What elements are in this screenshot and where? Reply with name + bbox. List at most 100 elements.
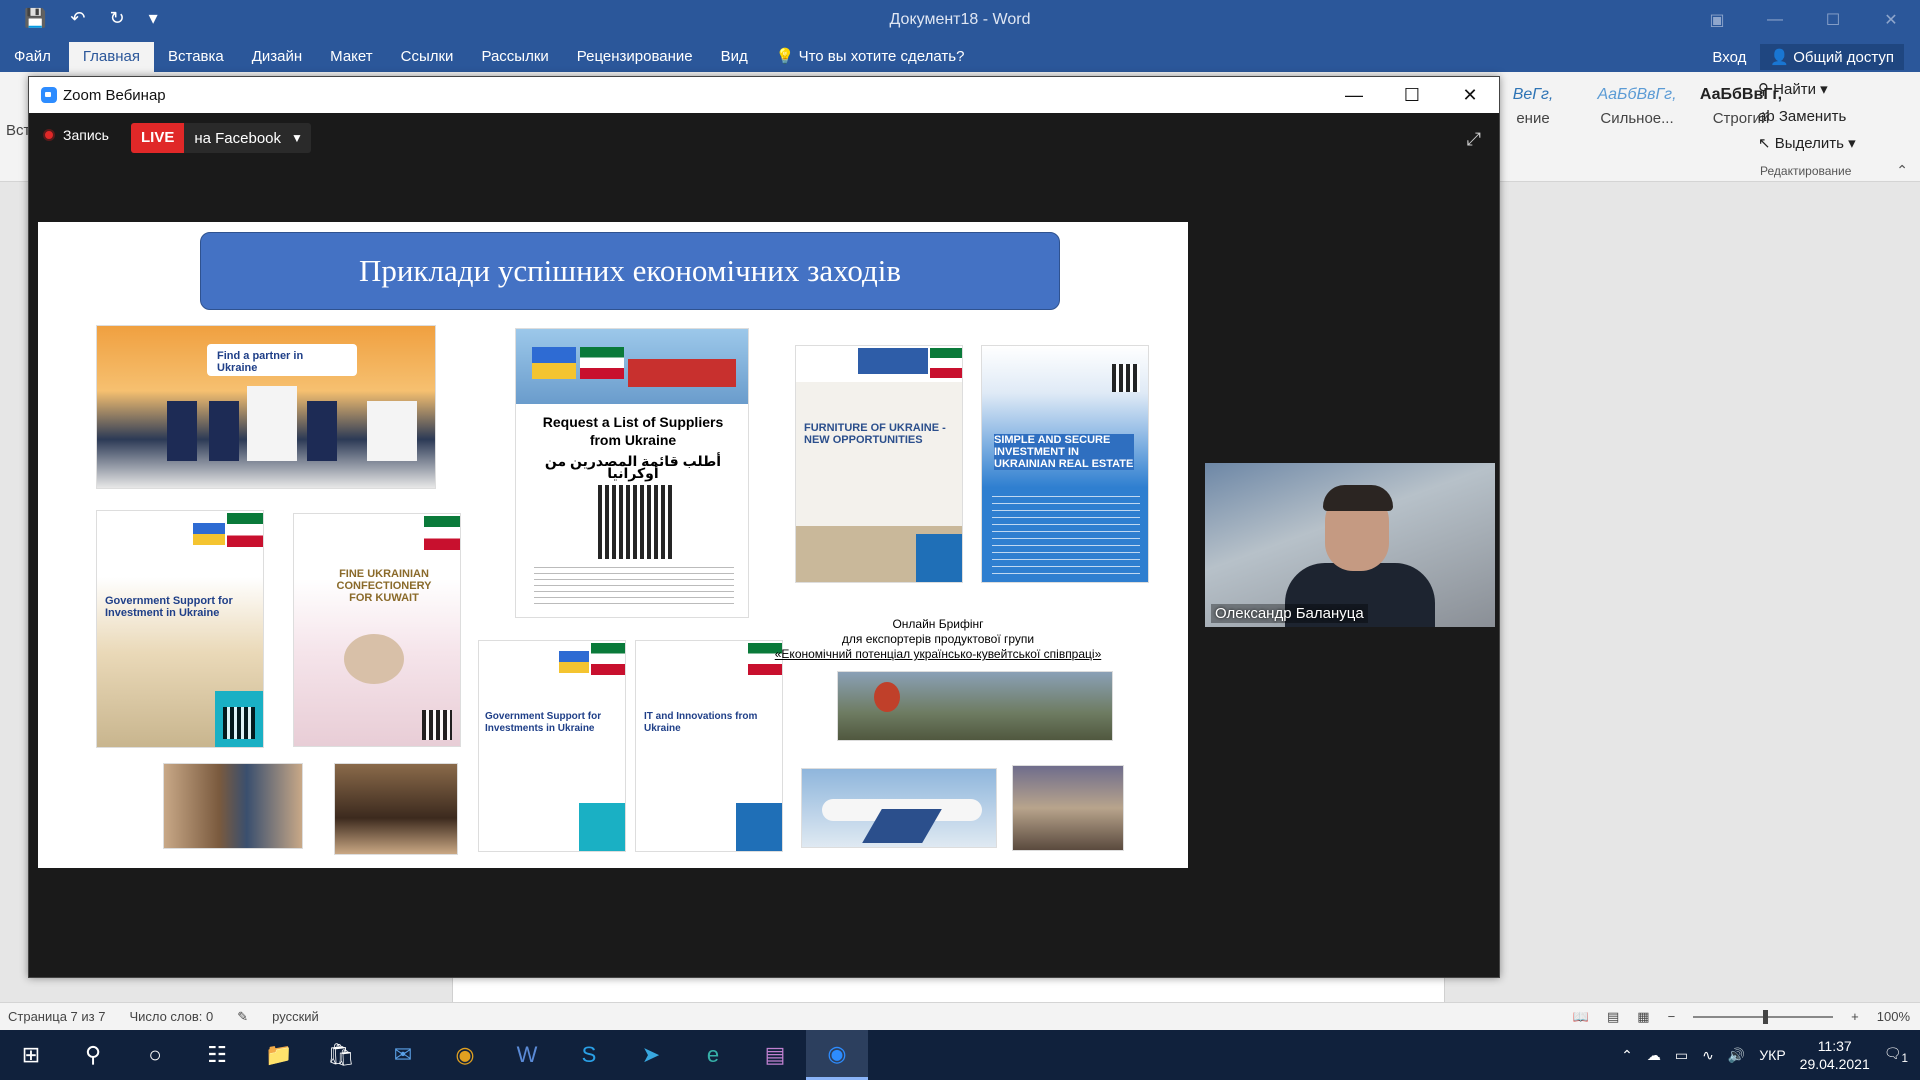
style-name: ение bbox=[1516, 110, 1550, 127]
clock-date: 29.04.2021 bbox=[1799, 1056, 1870, 1072]
sign-in-link[interactable]: Вход bbox=[1712, 49, 1746, 66]
search-icon: ⚲ bbox=[1758, 81, 1774, 98]
recording-indicator[interactable]: Запись bbox=[43, 127, 109, 143]
briefing-line-3: «Економічний потенціал українсько-кувейт… bbox=[774, 647, 1102, 661]
edge-icon[interactable]: e bbox=[682, 1030, 744, 1080]
read-mode-icon[interactable]: 📖 bbox=[1573, 1009, 1589, 1025]
poster-real-estate: SIMPLE AND SECURE INVESTMENT IN UKRAINIA… bbox=[981, 345, 1149, 583]
zoom-close-icon[interactable]: ✕ bbox=[1441, 85, 1499, 106]
zoom-slider[interactable] bbox=[1693, 1009, 1834, 1024]
tell-me-label: Что вы хотите сделать? bbox=[798, 48, 965, 65]
share-label: Общий доступ bbox=[1793, 49, 1894, 66]
shared-slide: Приклади успішних економічних заходів Fi… bbox=[38, 222, 1188, 868]
select-button[interactable]: ↖ Выделить ▾ bbox=[1758, 130, 1856, 157]
telegram-icon[interactable]: ➤ bbox=[620, 1030, 682, 1080]
cortana-icon[interactable]: ○ bbox=[124, 1030, 186, 1080]
windows-start-icon[interactable]: ⊞ bbox=[0, 1030, 62, 1080]
recording-label: Запись bbox=[63, 127, 109, 143]
record-dot-icon bbox=[43, 129, 55, 141]
poster-it-innovations: IT and Innovations from Ukraine bbox=[635, 640, 783, 852]
task-view-icon[interactable]: ☷ bbox=[186, 1030, 248, 1080]
find-button[interactable]: ⚲ Найти ▾ bbox=[1758, 76, 1856, 103]
poster-gov-support: Government Support for Investment in Ukr… bbox=[96, 510, 264, 748]
status-bar: Страница 7 из 7 Число слов: 0 ✎ русский … bbox=[0, 1002, 1920, 1030]
share-button[interactable]: 👤 Общий доступ bbox=[1760, 44, 1904, 70]
qr-code-icon bbox=[223, 707, 255, 739]
battery-icon[interactable]: ▭ bbox=[1675, 1047, 1688, 1064]
speaker-video[interactable]: Олександр Балануца bbox=[1205, 463, 1495, 627]
mail-icon[interactable]: ✉ bbox=[372, 1030, 434, 1080]
print-layout-icon[interactable]: ▤ bbox=[1607, 1009, 1619, 1025]
ribbon-display-icon[interactable]: ▣ bbox=[1688, 0, 1746, 40]
tab-insert[interactable]: Вставка bbox=[154, 42, 238, 72]
poster-caption: FURNITURE OF UKRAINE - NEW OPPORTUNITIES bbox=[804, 422, 946, 446]
collapse-ribbon-icon[interactable]: ⌃ bbox=[1896, 162, 1908, 179]
file-explorer-icon[interactable]: 📁 bbox=[248, 1030, 310, 1080]
fullscreen-icon[interactable]: ⤢ bbox=[1467, 129, 1481, 150]
style-preview: ВеГг, bbox=[1512, 86, 1554, 103]
volume-icon[interactable]: 🔊 bbox=[1728, 1047, 1745, 1064]
poster-caption: Request a List of Suppliers from Ukraine bbox=[542, 414, 724, 448]
skype-icon[interactable]: S bbox=[558, 1030, 620, 1080]
word-count[interactable]: Число слов: 0 bbox=[129, 1009, 213, 1025]
lightbulb-icon: 💡 bbox=[775, 48, 795, 65]
proofing-icon[interactable]: ✎ bbox=[237, 1009, 248, 1025]
cursor-icon: ↖ bbox=[1758, 135, 1775, 152]
tab-mailings[interactable]: Рассылки bbox=[467, 42, 562, 72]
poster-caption: Find a partner in Ukraine bbox=[217, 350, 304, 374]
maximize-icon[interactable]: ☐ bbox=[1804, 0, 1862, 40]
qr-code-icon bbox=[598, 485, 672, 559]
zoom-minimize-icon[interactable]: — bbox=[1325, 85, 1383, 106]
poster-gov-support-investments: Government Support for Investments in Uk… bbox=[478, 640, 626, 852]
photo-signing bbox=[163, 763, 303, 849]
tab-file[interactable]: Файл bbox=[0, 42, 65, 72]
style-item-2[interactable]: АаБбВвГг, Сильное... bbox=[1594, 80, 1680, 127]
zoom-in-icon[interactable]: + bbox=[1851, 1009, 1859, 1024]
poster-find-partner: Find a partner in Ukraine bbox=[96, 325, 436, 489]
style-item-1[interactable]: ВеГг, ение bbox=[1490, 80, 1576, 127]
replace-icon: ab bbox=[1758, 108, 1779, 125]
wifi-icon[interactable]: ∿ bbox=[1702, 1047, 1714, 1064]
winrar-icon[interactable]: ▤ bbox=[744, 1030, 806, 1080]
briefing-caption: Онлайн Брифінг для експортерів продуктов… bbox=[738, 617, 1138, 662]
input-language[interactable]: УКР bbox=[1759, 1047, 1785, 1063]
replace-button[interactable]: ab Заменить bbox=[1758, 103, 1856, 130]
zoom-maximize-icon[interactable]: ☐ bbox=[1383, 85, 1441, 106]
zoom-out-icon[interactable]: − bbox=[1668, 1009, 1676, 1024]
tab-review[interactable]: Рецензирование bbox=[563, 42, 707, 72]
live-badge: LIVE bbox=[131, 123, 185, 153]
tab-design[interactable]: Дизайн bbox=[238, 42, 316, 72]
store-icon[interactable]: 🛍 bbox=[310, 1030, 372, 1080]
zoom-level[interactable]: 100% bbox=[1877, 1009, 1910, 1024]
zoom-app-icon[interactable]: ◉ bbox=[806, 1030, 868, 1080]
clock[interactable]: 11:37 29.04.2021 bbox=[1800, 1037, 1870, 1073]
poster-caption: FINE UKRAINIAN CONFECTIONERY FOR KUWAIT bbox=[336, 568, 432, 604]
poster-furniture: FURNITURE OF UKRAINE - NEW OPPORTUNITIES bbox=[795, 345, 963, 583]
tab-home[interactable]: Главная bbox=[68, 42, 154, 72]
poster-request-suppliers: Request a List of Suppliers from Ukraine… bbox=[515, 328, 749, 618]
live-stream-menu[interactable]: LIVE на Facebook ▼ bbox=[131, 123, 311, 153]
poster-caption: SIMPLE AND SECURE INVESTMENT IN UKRAINIA… bbox=[994, 434, 1134, 470]
word-icon[interactable]: W bbox=[496, 1030, 558, 1080]
editing-group: ⚲ Найти ▾ ab Заменить ↖ Выделить ▾ bbox=[1758, 76, 1856, 157]
page-count[interactable]: Страница 7 из 7 bbox=[8, 1009, 105, 1025]
tab-layout[interactable]: Макет bbox=[316, 42, 386, 72]
tab-view[interactable]: Вид bbox=[707, 42, 762, 72]
web-layout-icon[interactable]: ▦ bbox=[1637, 1009, 1649, 1025]
notifications-icon[interactable]: 🗨1 bbox=[1884, 1045, 1908, 1065]
close-icon[interactable]: ✕ bbox=[1862, 0, 1920, 40]
chrome-icon[interactable]: ◉ bbox=[434, 1030, 496, 1080]
style-name: Сильное... bbox=[1600, 110, 1674, 127]
minimize-icon[interactable]: — bbox=[1746, 0, 1804, 40]
tell-me-box[interactable]: 💡 Что вы хотите сделать? bbox=[776, 42, 965, 72]
onedrive-icon[interactable]: ☁ bbox=[1647, 1047, 1661, 1064]
show-hidden-icons-icon[interactable]: ⌃ bbox=[1621, 1047, 1633, 1064]
style-preview: АаБбВвГг, bbox=[1597, 86, 1677, 103]
tab-references[interactable]: Ссылки bbox=[387, 42, 468, 72]
word-window-controls: ▣ — ☐ ✕ bbox=[1688, 0, 1920, 40]
zoom-slider-thumb[interactable] bbox=[1763, 1009, 1769, 1024]
live-target: на Facebook bbox=[194, 129, 282, 147]
search-icon[interactable]: ⚲ bbox=[62, 1030, 124, 1080]
language[interactable]: русский bbox=[272, 1009, 319, 1025]
briefing-line-2: для експортерів продуктової групи bbox=[841, 632, 1035, 646]
